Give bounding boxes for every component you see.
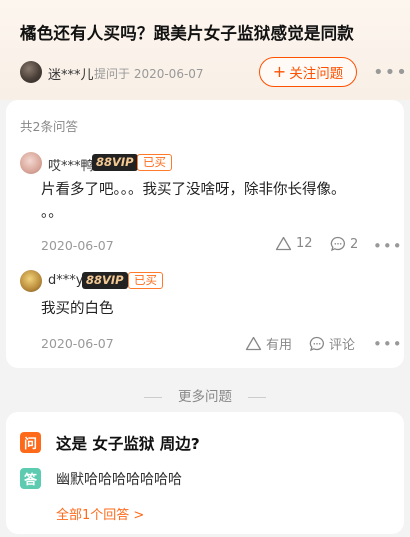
- like-count: 12: [296, 236, 313, 251]
- all-answers-link[interactable]: 全部1个回答 >: [56, 504, 144, 523]
- question-title: 橘色还有人买吗？跟美片女子监狱感觉是同款: [20, 24, 354, 43]
- answer-date: 2020-06-07: [41, 336, 114, 351]
- answer-count: 共2条问答: [20, 119, 78, 134]
- comment-icon: [309, 336, 324, 351]
- plus-icon: +: [272, 62, 287, 81]
- related-answer-text: 幽默哈哈哈哈哈哈哈: [56, 472, 182, 488]
- answer-text-cont: 。。: [41, 205, 63, 221]
- question-badge: 问: [20, 432, 41, 453]
- comment-button[interactable]: 评论: [309, 334, 355, 353]
- more-question-card[interactable]: 问 这是 女子监狱 周边? 答 幽默哈哈哈哈哈哈哈 全部1个回答 >: [6, 412, 404, 534]
- bought-badge: 已买: [137, 154, 172, 171]
- answers-card: 共2条问答 哎***鸭 88VIP 已买 片看多了吧。。。我买了没啥呀，除非你长…: [6, 100, 404, 368]
- triangle-like-icon: [275, 236, 292, 251]
- bought-badge: 已买: [128, 272, 163, 289]
- divider: [144, 396, 162, 398]
- comment-button[interactable]: 2: [330, 236, 358, 252]
- useful-label: 有用: [266, 338, 293, 353]
- triangle-like-icon: [245, 336, 262, 351]
- vip-badge: 88VIP: [82, 272, 128, 289]
- comment-count: 2: [350, 236, 359, 252]
- asked-date: 提问于 2020-06-07: [94, 67, 204, 81]
- more-questions-label: 更多问题: [178, 389, 232, 405]
- more-icon[interactable]: •••: [373, 64, 408, 82]
- asker-avatar[interactable]: [20, 61, 42, 83]
- comment-icon: [330, 236, 345, 252]
- vip-badge: 88VIP: [92, 154, 138, 171]
- avatar[interactable]: [20, 152, 42, 174]
- like-button[interactable]: 12: [275, 236, 313, 251]
- divider: [248, 396, 266, 398]
- related-question-text[interactable]: 这是 女子监狱 周边?: [56, 432, 200, 454]
- answer-date: 2020-06-07: [41, 238, 114, 253]
- answer-badge: 答: [20, 468, 41, 489]
- answer-text: 片看多了吧。。。我买了没啥呀，除非你长得像。: [41, 182, 346, 198]
- follow-question-button[interactable]: + 关注问题: [259, 57, 357, 87]
- comment-label: 评论: [329, 338, 356, 353]
- answer-user-name[interactable]: d***y: [48, 273, 83, 288]
- useful-button[interactable]: 有用: [245, 334, 292, 353]
- more-icon[interactable]: •••: [373, 337, 403, 352]
- asker-name[interactable]: 迷***儿: [48, 64, 94, 83]
- more-icon[interactable]: •••: [373, 239, 403, 254]
- answer-text: 我买的白色: [41, 301, 114, 317]
- answer-user-name[interactable]: 哎***鸭: [48, 155, 94, 174]
- more-questions-heading: 更多问题: [0, 385, 410, 405]
- avatar[interactable]: [20, 270, 42, 292]
- follow-label: 关注问题: [289, 66, 344, 82]
